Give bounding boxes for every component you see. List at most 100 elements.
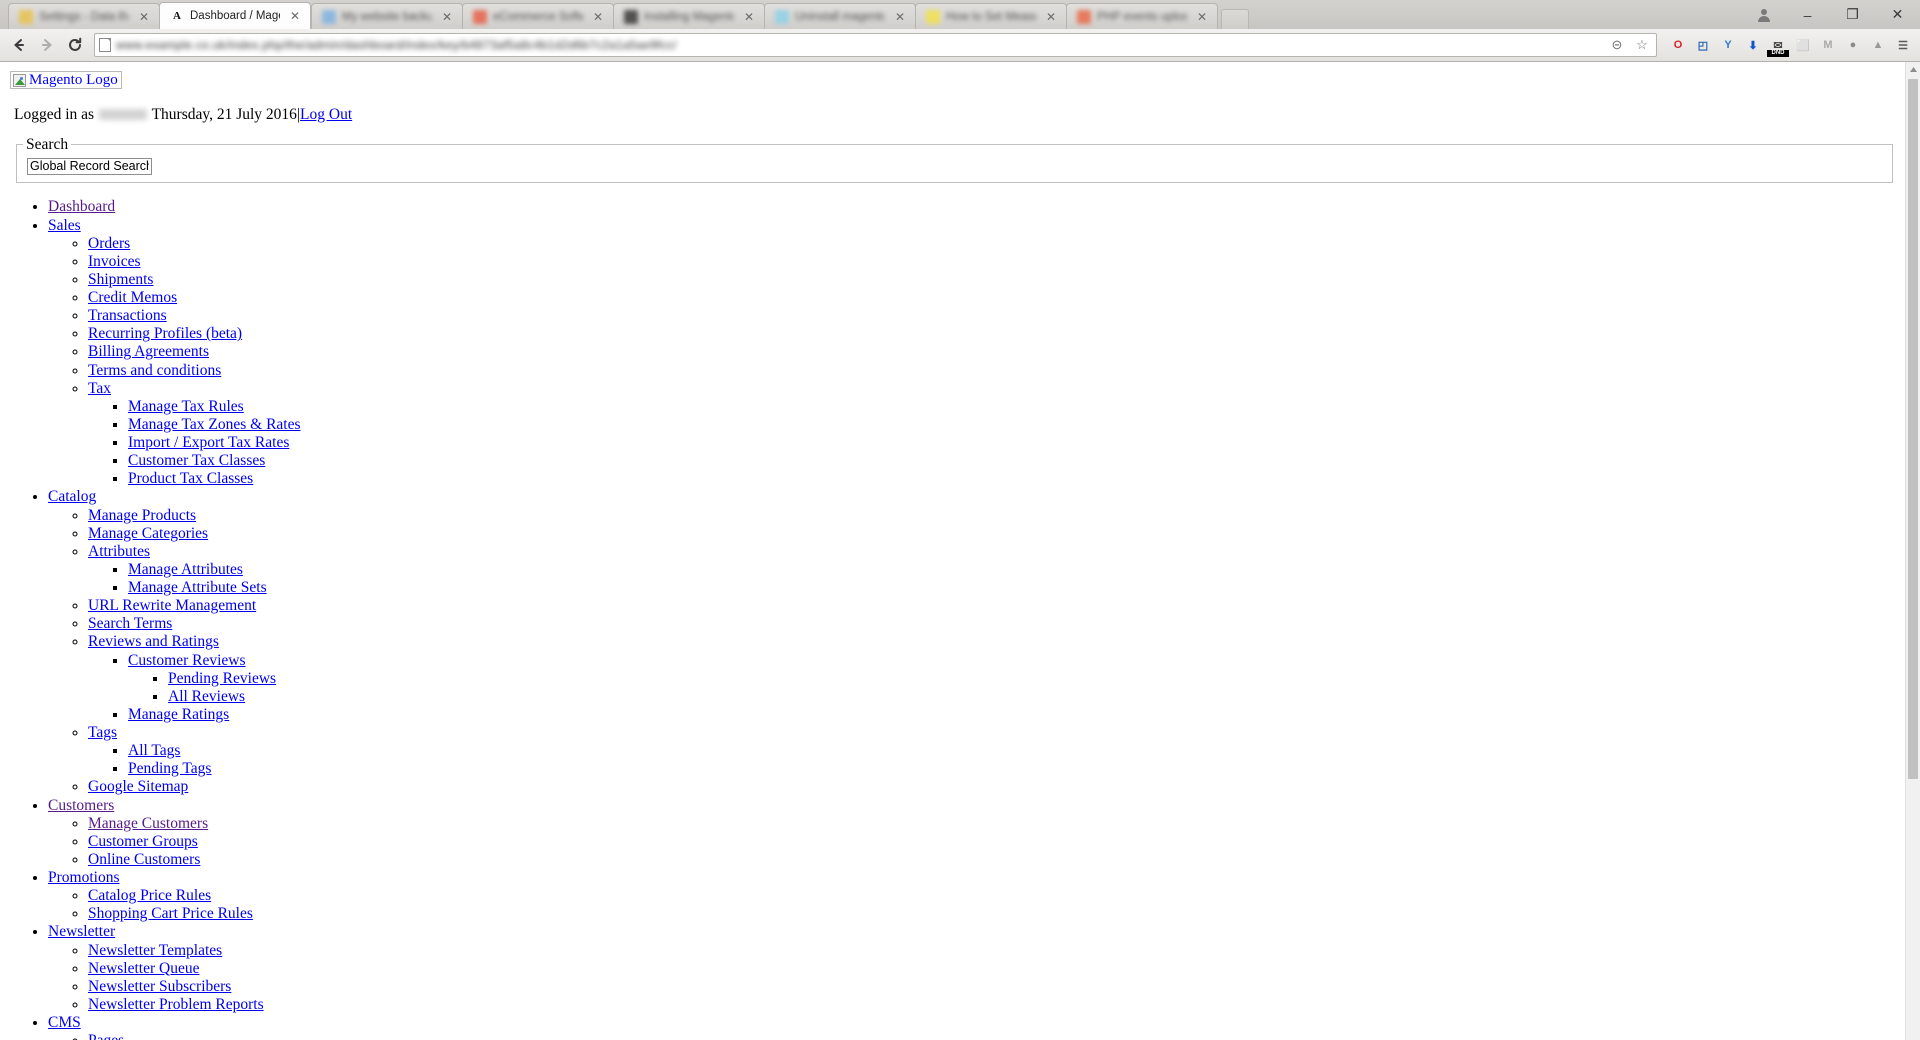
nav-link-manage-attribute-sets[interactable]: Manage Attribute Sets: [128, 579, 267, 596]
nav-list-item: Manage Customers: [88, 815, 1897, 833]
shield-extension-icon[interactable]: ●: [1842, 34, 1864, 56]
nav-link-customer-groups[interactable]: Customer Groups: [88, 833, 198, 850]
mail-checker-icon[interactable]: ✉ DND: [1767, 34, 1789, 57]
nav-link-google-sitemap[interactable]: Google Sitemap: [88, 778, 188, 795]
nav-link-manage-categories[interactable]: Manage Categories: [88, 525, 208, 542]
close-window-button[interactable]: ✕: [1875, 0, 1920, 29]
nav-link-manage-tax-rules[interactable]: Manage Tax Rules: [128, 398, 244, 415]
nav-link-sales[interactable]: Sales: [48, 217, 81, 234]
bookmark-star-icon[interactable]: ☆: [1632, 37, 1652, 53]
nav-link-url-rewrite-management[interactable]: URL Rewrite Management: [88, 597, 256, 614]
tab-close-icon[interactable]: ✕: [593, 11, 603, 23]
download-manager-icon[interactable]: ⬇: [1742, 34, 1764, 56]
nav-link-promotions[interactable]: Promotions: [48, 869, 119, 886]
browser-window: Settings - Data that you ✕ A Dashboard / Ma…: [0, 0, 1920, 1040]
page-scrollbar[interactable]: [1905, 62, 1920, 1040]
profile-avatar-icon[interactable]: [1749, 4, 1779, 26]
search-input[interactable]: [27, 157, 152, 175]
nav-link-customer-reviews[interactable]: Customer Reviews: [128, 652, 246, 669]
cast-icon[interactable]: ⬜: [1792, 34, 1814, 56]
tab-title: Dashboard / Magento Adm: [190, 10, 280, 22]
nav-link-manage-attributes[interactable]: Manage Attributes: [128, 561, 243, 578]
yandex-extension-icon[interactable]: Y: [1717, 34, 1739, 56]
browser-tab[interactable]: Settings - Data that you ✕: [8, 3, 160, 29]
browser-tab[interactable]: Uninstall magento demo d ✕: [764, 3, 916, 29]
nav-sublist: Customer ReviewsPending ReviewsAll Revie…: [88, 652, 1897, 725]
minimize-button[interactable]: –: [1785, 0, 1830, 29]
nav-link-manage-tax-zones-rates[interactable]: Manage Tax Zones & Rates: [128, 416, 301, 433]
address-bar[interactable]: www.example.co.uk/index.php/the/admin/da…: [94, 33, 1657, 57]
browser-tab[interactable]: PHP events upload about htt ✕: [1066, 3, 1218, 29]
nav-link-credit-memos[interactable]: Credit Memos: [88, 289, 177, 306]
drive-extension-icon[interactable]: ▲: [1867, 34, 1889, 56]
nav-link-shopping-cart-price-rules[interactable]: Shopping Cart Price Rules: [88, 905, 253, 922]
nav-link-orders[interactable]: Orders: [88, 235, 130, 252]
nav-link-catalog-price-rules[interactable]: Catalog Price Rules: [88, 887, 211, 904]
nav-link-all-tags[interactable]: All Tags: [128, 742, 180, 759]
scrollbar-thumb[interactable]: [1908, 79, 1918, 779]
scroll-up-arrow-icon[interactable]: [1906, 62, 1920, 77]
nav-link-billing-agreements[interactable]: Billing Agreements: [88, 343, 209, 360]
magento-logo-alt-text: Magento Logo: [29, 72, 118, 88]
zoom-icon[interactable]: ⊝: [1607, 37, 1627, 53]
nav-link-tax[interactable]: Tax: [88, 380, 111, 397]
nav-link-pending-tags[interactable]: Pending Tags: [128, 760, 211, 777]
reload-button[interactable]: [62, 32, 88, 58]
tab-close-icon[interactable]: ✕: [139, 11, 149, 23]
browser-tab[interactable]: How to Set Measurement ✕: [915, 3, 1067, 29]
browser-tab[interactable]: Installing Magento from ✕: [613, 3, 765, 29]
nav-link-cms[interactable]: CMS: [48, 1014, 81, 1031]
nav-link-terms-and-conditions[interactable]: Terms and conditions: [88, 362, 221, 379]
browser-tab[interactable]: My website backup Plan ✕: [311, 3, 463, 29]
nav-link-dashboard[interactable]: Dashboard: [48, 198, 115, 215]
mcafee-extension-icon[interactable]: M: [1817, 34, 1839, 56]
nav-link-newsletter[interactable]: Newsletter: [48, 923, 115, 940]
tab-close-icon[interactable]: ✕: [1046, 11, 1056, 23]
nav-link-tags[interactable]: Tags: [88, 724, 117, 741]
tab-close-icon[interactable]: ✕: [895, 11, 905, 23]
nav-link-newsletter-queue[interactable]: Newsletter Queue: [88, 960, 199, 977]
nav-link-all-reviews[interactable]: All Reviews: [168, 688, 245, 705]
nav-link-online-customers[interactable]: Online Customers: [88, 851, 200, 868]
nav-link-catalog[interactable]: Catalog: [48, 488, 96, 505]
nav-link-attributes[interactable]: Attributes: [88, 543, 150, 560]
tab-close-icon[interactable]: ✕: [1197, 11, 1207, 23]
back-button[interactable]: [6, 32, 32, 58]
forward-button[interactable]: [34, 32, 60, 58]
nav-link-pages[interactable]: Pages: [88, 1032, 124, 1040]
nav-link-search-terms[interactable]: Search Terms: [88, 615, 172, 632]
nav-link-pending-reviews[interactable]: Pending Reviews: [168, 670, 276, 687]
chrome-menu-icon[interactable]: ☰: [1892, 34, 1914, 56]
nav-link-invoices[interactable]: Invoices: [88, 253, 141, 270]
nav-link-customer-tax-classes[interactable]: Customer Tax Classes: [128, 452, 265, 469]
browser-tab-active[interactable]: A Dashboard / Magento Adm ✕: [159, 2, 311, 29]
browser-tab[interactable]: eCommerce Software & S ✕: [462, 3, 614, 29]
nav-list-item: Customer Tax Classes: [128, 452, 1897, 470]
nav-list-item: Search Terms: [88, 615, 1897, 633]
log-out-link[interactable]: Log Out: [300, 106, 352, 123]
nav-link-product-tax-classes[interactable]: Product Tax Classes: [128, 470, 253, 487]
page-info-icon[interactable]: [99, 38, 111, 52]
nav-link-transactions[interactable]: Transactions: [88, 307, 167, 324]
nav-link-recurring-profiles-beta[interactable]: Recurring Profiles (beta): [88, 325, 242, 342]
nav-link-manage-ratings[interactable]: Manage Ratings: [128, 706, 229, 723]
maximize-button[interactable]: ❐: [1830, 0, 1875, 29]
nav-link-shipments[interactable]: Shipments: [88, 271, 153, 288]
tab-close-icon[interactable]: ✕: [290, 10, 300, 22]
nav-link-newsletter-subscribers[interactable]: Newsletter Subscribers: [88, 978, 231, 995]
nav-link-reviews-and-ratings[interactable]: Reviews and Ratings: [88, 633, 219, 650]
nav-link-customers[interactable]: Customers: [48, 797, 114, 814]
magento-logo-broken-image[interactable]: Magento Logo: [10, 71, 122, 89]
screenshot-extension-icon[interactable]: ◰: [1692, 34, 1714, 56]
nav-link-manage-products[interactable]: Manage Products: [88, 507, 196, 524]
tab-close-icon[interactable]: ✕: [744, 11, 754, 23]
nav-link-newsletter-templates[interactable]: Newsletter Templates: [88, 942, 222, 959]
nav-link-manage-customers[interactable]: Manage Customers: [88, 815, 208, 832]
nav-list-item: Pending Tags: [128, 760, 1897, 778]
new-tab-button[interactable]: [1221, 9, 1249, 29]
nav-list-item: Reviews and Ratings Customer ReviewsPendi…: [88, 633, 1897, 724]
tab-close-icon[interactable]: ✕: [442, 11, 452, 23]
nav-link-import-export-tax-rates[interactable]: Import / Export Tax Rates: [128, 434, 289, 451]
nav-link-newsletter-problem-reports[interactable]: Newsletter Problem Reports: [88, 996, 264, 1013]
opera-extension-icon[interactable]: O: [1667, 34, 1689, 56]
